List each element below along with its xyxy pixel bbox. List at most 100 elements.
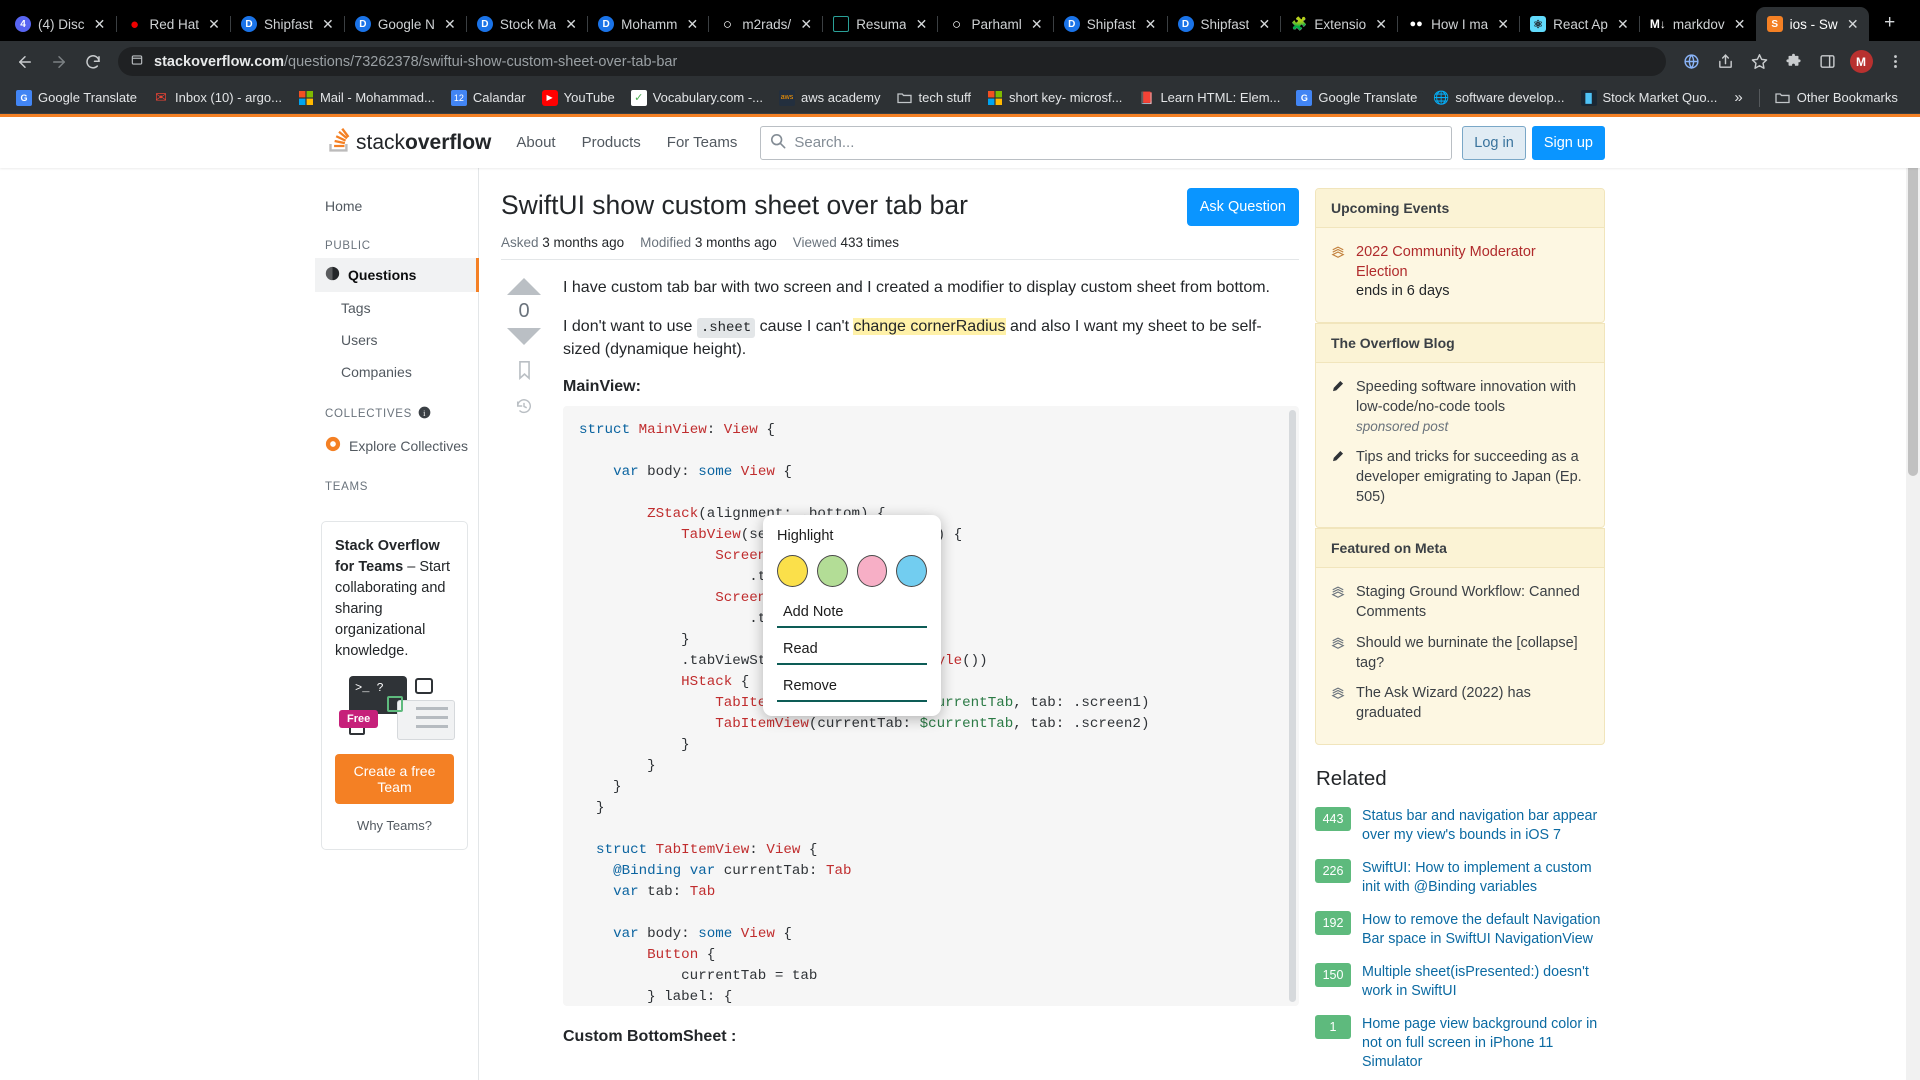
- new-tab-button[interactable]: +: [1876, 10, 1904, 38]
- bookmark-item[interactable]: 📕 Learn HTML: Elem...: [1131, 87, 1287, 109]
- bookmark-item[interactable]: ✓ Vocabulary.com -...: [624, 87, 770, 109]
- reload-icon[interactable]: [78, 47, 108, 77]
- signup-button[interactable]: Sign up: [1531, 125, 1605, 160]
- page-info-icon[interactable]: [130, 53, 144, 71]
- browser-tab[interactable]: ○ Parhaml ✕: [937, 7, 1052, 41]
- bookmark-item[interactable]: ✉ Inbox (10) - argo...: [146, 87, 289, 109]
- related-link[interactable]: Multiple sheet(isPresented:) doesn't wor…: [1362, 963, 1605, 1001]
- close-icon[interactable]: ✕: [684, 16, 700, 32]
- share-icon[interactable]: [1710, 47, 1740, 77]
- browser-tab[interactable]: Resuma ✕: [822, 7, 937, 41]
- address-bar[interactable]: stackoverflow.com/questions/73262378/swi…: [118, 47, 1666, 76]
- bookmark-item[interactable]: 🌐 software develop...: [1426, 87, 1571, 109]
- meta-title[interactable]: Staging Ground Workflow: Canned Comments: [1356, 583, 1589, 622]
- history-icon[interactable]: [515, 397, 533, 419]
- browser-tab-active[interactable]: S ios - Sw ✕: [1755, 7, 1869, 41]
- sidebar-item-users[interactable]: Users: [315, 324, 478, 356]
- browser-tab[interactable]: D Stock Ma ✕: [465, 7, 587, 41]
- scrollbar-thumb[interactable]: [1908, 116, 1918, 476]
- sidebar-item-home[interactable]: Home: [315, 190, 478, 222]
- nav-link-products[interactable]: Products: [569, 125, 654, 161]
- extensions-puzzle-icon[interactable]: [1778, 47, 1808, 77]
- bookmark-item[interactable]: G Google Translate: [1289, 87, 1424, 109]
- color-swatch-pink[interactable]: [856, 555, 888, 587]
- bookmark-icon[interactable]: [516, 360, 533, 384]
- search-box[interactable]: [760, 125, 1453, 160]
- bookmarks-overflow-button[interactable]: »: [1726, 89, 1750, 106]
- bookmark-item[interactable]: █ Stock Market Quo...: [1574, 87, 1725, 109]
- blog-title[interactable]: Speeding software innovation with low-co…: [1356, 379, 1576, 415]
- close-icon[interactable]: ✕: [320, 16, 336, 32]
- search-input[interactable]: [794, 134, 1443, 151]
- blog-item[interactable]: Speeding software innovation with low-co…: [1331, 374, 1589, 444]
- bookmark-item[interactable]: short key- microsf...: [980, 87, 1129, 109]
- profile-button[interactable]: M: [1846, 47, 1876, 77]
- bookmark-star-icon[interactable]: [1744, 47, 1774, 77]
- related-link[interactable]: Home page view background color in not o…: [1362, 1015, 1605, 1072]
- browser-tab[interactable]: D Shipfast ✕: [1166, 7, 1281, 41]
- bookmark-item[interactable]: Mail - Mohammad...: [291, 87, 442, 109]
- meta-item[interactable]: Staging Ground Workflow: Canned Comments: [1331, 579, 1589, 629]
- bookmark-item[interactable]: ▶ YouTube: [535, 87, 622, 109]
- sidebar-item-companies[interactable]: Companies: [315, 356, 478, 388]
- menu-item-add-note[interactable]: Add Note: [777, 600, 927, 628]
- close-icon[interactable]: ✕: [1256, 16, 1272, 32]
- related-item[interactable]: 1 Home page view background color in not…: [1315, 1008, 1605, 1079]
- back-arrow-icon[interactable]: [10, 47, 40, 77]
- upcoming-event-item[interactable]: 2022 Community Moderator Election ends in…: [1331, 239, 1589, 309]
- bookmark-item[interactable]: 12 Calandar: [444, 87, 533, 109]
- close-icon[interactable]: ✕: [563, 16, 579, 32]
- menu-item-read[interactable]: Read: [777, 637, 927, 665]
- other-bookmarks-button[interactable]: Other Bookmarks: [1768, 87, 1905, 109]
- close-icon[interactable]: ✕: [1495, 16, 1511, 32]
- blog-item[interactable]: Tips and tricks for succeeding as a deve…: [1331, 444, 1589, 514]
- close-icon[interactable]: ✕: [1845, 16, 1861, 32]
- sidebar-item-questions[interactable]: Questions: [315, 258, 479, 292]
- nav-link-about[interactable]: About: [503, 125, 568, 161]
- color-swatch-green[interactable]: [816, 555, 848, 587]
- close-icon[interactable]: ✕: [92, 16, 108, 32]
- browser-tab[interactable]: 🧩 Extensio ✕: [1280, 7, 1397, 41]
- translate-icon[interactable]: [1676, 47, 1706, 77]
- bookmark-item[interactable]: tech stuff: [890, 87, 979, 109]
- browser-tab[interactable]: D Mohamm ✕: [587, 7, 708, 41]
- related-item[interactable]: 443 Status bar and navigation bar appear…: [1315, 800, 1605, 852]
- highlight-popup-menu[interactable]: Highlight Add Note Read Remove: [763, 515, 941, 716]
- chrome-menu-icon[interactable]: [1880, 47, 1910, 77]
- ask-question-button[interactable]: Ask Question: [1186, 188, 1299, 226]
- stackoverflow-logo[interactable]: stackoverflow: [315, 128, 503, 157]
- meta-item[interactable]: Should we burninate the [collapse] tag?: [1331, 630, 1589, 680]
- close-icon[interactable]: ✕: [1732, 16, 1748, 32]
- related-link[interactable]: How to remove the default Navigation Bar…: [1362, 911, 1605, 949]
- upvote-button[interactable]: [507, 278, 541, 295]
- close-icon[interactable]: ✕: [1029, 16, 1045, 32]
- browser-tab[interactable]: ●● How I ma ✕: [1397, 7, 1519, 41]
- color-swatch-yellow[interactable]: [777, 555, 808, 587]
- browser-tab[interactable]: 4 (4) Disc ✕: [4, 7, 116, 41]
- color-swatch-blue[interactable]: [896, 555, 927, 587]
- related-item[interactable]: 192 How to remove the default Navigation…: [1315, 904, 1605, 956]
- page-scrollbar[interactable]: [1906, 114, 1920, 1080]
- sidepanel-icon[interactable]: [1812, 47, 1842, 77]
- browser-tab[interactable]: ● Red Hat ✕: [115, 7, 231, 41]
- meta-item[interactable]: The Ask Wizard (2022) has graduated: [1331, 680, 1589, 730]
- related-link[interactable]: SwiftUI: How to implement a custom init …: [1362, 859, 1605, 897]
- close-icon[interactable]: ✕: [1143, 16, 1159, 32]
- browser-tab[interactable]: M↓ markdov ✕: [1638, 7, 1756, 41]
- downvote-button[interactable]: [507, 328, 541, 345]
- related-item[interactable]: 226 SwiftUI: How to implement a custom i…: [1315, 852, 1605, 904]
- close-icon[interactable]: ✕: [206, 16, 222, 32]
- bookmark-item[interactable]: aws aws academy: [772, 87, 887, 109]
- close-icon[interactable]: ✕: [913, 16, 929, 32]
- nav-link-for-teams[interactable]: For Teams: [654, 125, 751, 161]
- browser-tab[interactable]: D Shipfast ✕: [230, 7, 344, 41]
- related-link[interactable]: Status bar and navigation bar appear ove…: [1362, 807, 1605, 845]
- highlighted-text[interactable]: change cornerRadius: [853, 318, 1006, 336]
- sidebar-item-tags[interactable]: Tags: [315, 292, 478, 324]
- sidebar-item-explore-collectives[interactable]: Explore Collectives: [315, 428, 478, 463]
- close-icon[interactable]: ✕: [798, 16, 814, 32]
- related-item[interactable]: 150 Multiple sheet(isPresented:) doesn't…: [1315, 956, 1605, 1008]
- menu-item-remove[interactable]: Remove: [777, 674, 927, 702]
- login-button[interactable]: Log in: [1462, 125, 1526, 160]
- close-icon[interactable]: ✕: [1373, 16, 1389, 32]
